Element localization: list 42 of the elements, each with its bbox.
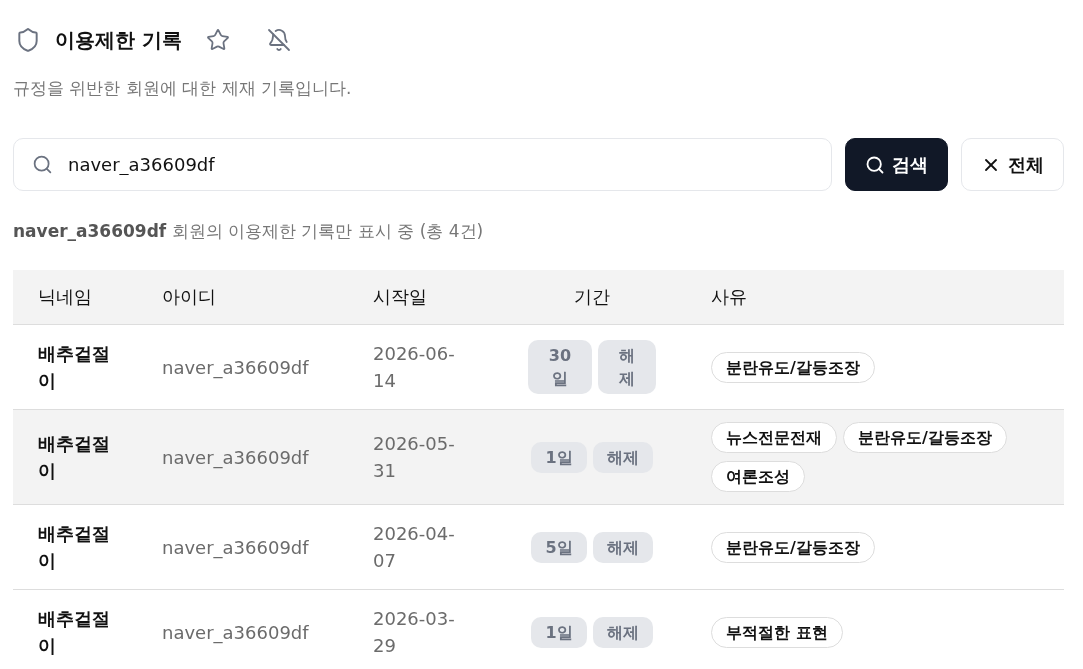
column-header: 사유 — [711, 286, 747, 307]
search-icon — [32, 154, 53, 175]
user-id-cell-text: naver_a36609df — [161, 445, 310, 471]
show-all-button[interactable]: 전체 — [961, 138, 1064, 191]
start-date-cell-text: 2026-06-14 — [372, 342, 456, 393]
column-header: 기간 — [574, 286, 610, 307]
nickname-cell-text: 배추겉절이 — [37, 342, 111, 393]
start-date-cell-text: 2026-03-29 — [372, 607, 456, 658]
reason-tag: 뉴스전문전재 — [711, 422, 837, 453]
status-badge: 해제 — [592, 441, 653, 473]
reason-tag: 부적절한 표현 — [711, 616, 843, 648]
user-id-cell-text: naver_a36609df — [161, 355, 310, 381]
filter-note: naver_a36609df 회원의 이용제한 기록만 표시 중 (총 4건) — [13, 220, 485, 243]
shield-icon — [15, 26, 41, 54]
star-icon[interactable] — [205, 28, 230, 52]
duration-badge: 1일 — [531, 616, 587, 648]
start-date-cell-text: 2026-04-07 — [372, 522, 456, 573]
reason-tag: 분란유도/갈등조장 — [711, 531, 875, 563]
bell-off-icon[interactable] — [266, 28, 291, 52]
column-header: 닉네임 — [38, 286, 92, 307]
user-id-cell-text: naver_a36609df — [161, 535, 310, 561]
reason-tag: 분란유도/갈등조장 — [843, 422, 1007, 453]
duration-badge: 1일 — [531, 441, 587, 473]
column-header: 시작일 — [373, 286, 427, 307]
search-button[interactable]: 검색 — [845, 138, 948, 191]
page-description: 규정을 위반한 회원에 대한 제재 기록입니다. — [13, 77, 353, 100]
status-badge: 해제 — [592, 531, 653, 563]
reason-tag: 분란유도/갈등조장 — [711, 351, 875, 383]
search-field[interactable]: naver_a36609df — [13, 138, 832, 191]
search-icon — [865, 154, 885, 175]
reason-tag: 여론조성 — [711, 461, 805, 492]
duration-badge: 30일 — [528, 340, 592, 394]
duration-badge: 5일 — [531, 531, 587, 563]
start-date-cell-text: 2026-05-31 — [372, 432, 456, 483]
nickname-cell-text: 배추겉절이 — [37, 522, 111, 573]
page-title: 이용제한 기록 — [55, 27, 182, 54]
nickname-cell-text: 배추겉절이 — [37, 607, 111, 658]
status-badge: 해제 — [597, 340, 656, 394]
column-header: 아이디 — [162, 286, 216, 307]
status-badge: 해제 — [592, 616, 653, 648]
user-id-cell-text: naver_a36609df — [161, 620, 310, 646]
nickname-cell-text: 배추겉절이 — [37, 432, 111, 483]
